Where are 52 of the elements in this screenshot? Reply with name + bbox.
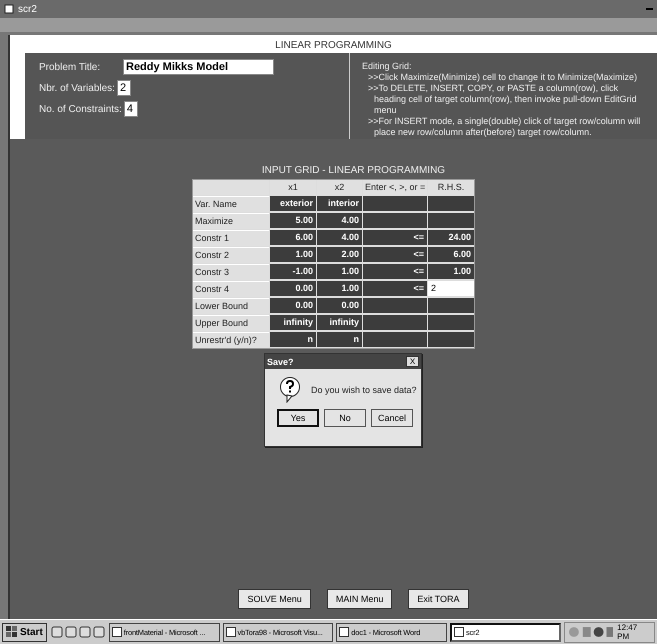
table-cell[interactable]: 0.00	[270, 298, 316, 313]
table-cell[interactable]: 6.00	[428, 247, 474, 262]
menu-button[interactable]: SOLVE Menu	[238, 589, 311, 609]
grid-title: INPUT GRID - LINEAR PROGRAMMING	[262, 165, 446, 176]
start-button[interactable]: Start	[2, 622, 47, 642]
table-cell[interactable]: 0.00	[270, 281, 316, 296]
table-cell[interactable]: <=	[363, 230, 427, 245]
dialog-title: Save?	[267, 356, 294, 366]
cell-editor[interactable]: 2	[428, 281, 474, 296]
section-title: LINEAR PROGRAMMING	[274, 39, 393, 53]
menu-button[interactable]: MAIN Menu	[326, 589, 392, 609]
clock: 12:47 PM	[617, 623, 638, 641]
table-cell[interactable]: 1.00	[270, 247, 316, 262]
instruction-text: >>Click Maximize(Minimize) cell to change it to Minimize(Maximize)	[368, 72, 638, 83]
table-cell[interactable]: infinity	[317, 315, 362, 330]
input-field[interactable]: 4	[124, 101, 138, 117]
table-cell[interactable]: <=	[363, 247, 427, 262]
field-label: Problem Title:	[39, 60, 102, 74]
table-cell[interactable]: 4.00	[317, 230, 362, 245]
input-field[interactable]: Reddy Mikks Model	[123, 59, 274, 75]
table-cell[interactable]: infinity	[270, 315, 316, 330]
row-header[interactable]: Upper Bound	[193, 315, 269, 331]
dialog-button[interactable]: Cancel	[371, 409, 413, 427]
row-header[interactable]: Unrestr'd (y/n)?	[193, 332, 269, 348]
table-cell[interactable]: 4.00	[317, 213, 362, 228]
table-cell[interactable]: n	[270, 332, 316, 347]
dialog-button[interactable]: No	[324, 409, 366, 427]
table-cell[interactable]: -1.00	[270, 264, 316, 279]
table-cell[interactable]: 6.00	[270, 230, 316, 245]
instruction-text: >>To DELETE, INSERT, COPY, or PASTE a column(row), click heading cell of target column(row), then invoke pull-down EditGrid menu	[368, 83, 638, 116]
field-label: Nbr. of Variables:	[39, 82, 115, 94]
table-cell[interactable]: 0.00	[317, 298, 362, 313]
instruction-text: >>For INSERT mode, a single(double) click of target row/column will place new row/column after(before) target row/column.	[368, 116, 642, 138]
close-button[interactable]: X	[406, 356, 419, 367]
instructions-title: Editing Grid:	[362, 61, 413, 71]
table-cell[interactable]: 1.00	[317, 281, 362, 296]
table-cell[interactable]: 1.00	[428, 264, 474, 279]
window-title: scr2	[18, 4, 37, 14]
table-cell[interactable]: exterior	[270, 196, 316, 211]
table-cell[interactable]: 2.00	[317, 247, 362, 262]
input-field[interactable]: 2	[116, 80, 131, 96]
table-cell[interactable]: 24.00	[428, 230, 474, 245]
table-cell[interactable]: 1.00	[317, 264, 362, 279]
table-cell[interactable]: <=	[363, 281, 427, 296]
field-label: No. of Constraints:	[39, 102, 122, 116]
dialog-message: Do you wish to save data?	[311, 385, 417, 395]
table-cell[interactable]: n	[317, 332, 362, 347]
table-cell[interactable]: <=	[363, 264, 427, 279]
menu-button[interactable]: Exit TORA	[408, 589, 469, 609]
dialog-button[interactable]: Yes	[277, 409, 319, 427]
table-cell[interactable]: interior	[317, 196, 362, 211]
table-cell[interactable]: 5.00	[270, 213, 316, 228]
